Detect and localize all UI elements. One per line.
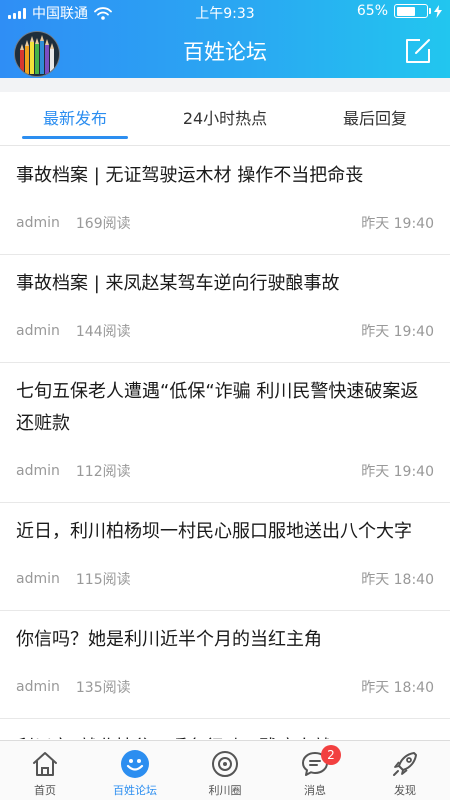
post-title: 近日，利川柏杨坝一村民心服口服地送出八个大字	[16, 521, 412, 542]
tabbar-label: 首页	[34, 784, 56, 797]
battery-fill	[396, 6, 416, 16]
post-time: 昨天 18:40	[361, 572, 434, 588]
post-author: admin	[16, 679, 60, 695]
list-item[interactable]: 事故档案 | 无证驾驶运木材 操作不当把命丧 admin 169阅读 昨天 19…	[0, 147, 450, 255]
home-icon	[33, 752, 57, 776]
tab-bar-top: 最新发布 24小时热点 最后回复	[0, 92, 450, 146]
post-meta: admin 135阅读 昨天 18:40	[16, 656, 434, 718]
tabbar-item-circle[interactable]: 利川圈	[180, 741, 270, 800]
bottom-tab-bar: 首页 百姓论坛 利川圈 2 消息 发现	[0, 740, 450, 800]
post-time: 昨天 19:40	[361, 464, 434, 480]
post-meta: admin 112阅读 昨天 19:40	[16, 440, 434, 502]
post-author: admin	[16, 571, 60, 587]
post-author: admin	[16, 215, 60, 231]
tabbar-label: 百姓论坛	[113, 784, 157, 797]
post-title: 七旬五保老人遭遇“低保“诈骗 利川民警快速破案返还赃款	[16, 381, 419, 434]
charging-icon	[434, 4, 442, 18]
post-title: 事故档案 | 无证驾驶运木材 操作不当把命丧	[16, 165, 364, 186]
tabbar-item-forum[interactable]: 百姓论坛	[90, 741, 180, 800]
rocket-icon	[393, 752, 417, 776]
tabbar-label: 利川圈	[208, 784, 242, 797]
battery-icon	[394, 4, 431, 18]
post-time: 昨天 19:40	[361, 216, 434, 232]
list-item[interactable]: 你信吗？她是利川近半个月的当红主角 admin 135阅读 昨天 18:40	[0, 611, 450, 719]
post-reads: 169阅读	[75, 216, 131, 232]
post-list: 事故档案 | 无证驾驶运木材 操作不当把命丧 admin 169阅读 昨天 19…	[0, 147, 450, 739]
list-item[interactable]: 七旬五保老人遭遇“低保“诈骗 利川民警快速破案返还赃款 admin 112阅读 …	[0, 363, 450, 503]
message-badge: 2	[321, 745, 341, 765]
battery-percent: 65%	[356, 3, 388, 19]
status-bar: 中国联通 上午9:33 65%	[0, 0, 450, 24]
status-right: 65%	[357, 3, 442, 19]
list-item[interactable]: 利川市“就业扶贫、暖冬行动、残疾人就	[0, 719, 450, 739]
tabbar-item-messages[interactable]: 2 消息	[270, 741, 360, 800]
tabbar-item-discover[interactable]: 发现	[360, 741, 450, 800]
post-meta: admin 115阅读 昨天 18:40	[16, 548, 434, 610]
tab-latest[interactable]: 最新发布	[0, 92, 150, 145]
post-reads: 115阅读	[75, 572, 131, 588]
post-title: 利川市“就业扶贫、暖冬行动、残疾人就	[16, 719, 434, 739]
list-item[interactable]: 事故档案 | 来凤赵某驾车逆向行驶酿事故 admin 144阅读 昨天 19:4…	[0, 255, 450, 363]
post-reads: 135阅读	[75, 680, 131, 696]
tab-last-reply[interactable]: 最后回复	[300, 92, 450, 145]
list-item[interactable]: 近日，利川柏杨坝一村民心服口服地送出八个大字 admin 115阅读 昨天 18…	[0, 503, 450, 611]
compose-icon[interactable]	[404, 37, 432, 65]
tab-label: 最后回复	[342, 109, 407, 128]
post-author: admin	[16, 463, 60, 479]
post-reads: 112阅读	[75, 464, 131, 480]
forum-icon	[121, 750, 149, 778]
post-time: 昨天 19:40	[361, 324, 434, 340]
post-meta: admin 144阅读 昨天 19:40	[16, 300, 434, 362]
circle-icon	[212, 751, 238, 777]
header-gap	[0, 78, 450, 92]
page-title: 百姓论坛	[183, 40, 267, 64]
tab-label: 24小时热点	[182, 109, 268, 128]
tab-24h-hot[interactable]: 24小时热点	[150, 92, 300, 145]
app-header: 中国联通 上午9:33 65% 百姓论坛	[0, 0, 450, 78]
post-time: 昨天 18:40	[361, 680, 434, 696]
tabbar-label: 发现	[394, 784, 416, 797]
post-title: 事故档案 | 来凤赵某驾车逆向行驶酿事故	[16, 273, 340, 294]
post-reads: 144阅读	[75, 324, 131, 340]
tabbar-label: 消息	[304, 784, 326, 797]
tab-label: 最新发布	[42, 109, 107, 128]
post-meta: admin 169阅读 昨天 19:40	[16, 192, 434, 254]
post-author: admin	[16, 323, 60, 339]
post-title: 你信吗？她是利川近半个月的当红主角	[16, 629, 322, 650]
tabbar-item-home[interactable]: 首页	[0, 741, 90, 800]
